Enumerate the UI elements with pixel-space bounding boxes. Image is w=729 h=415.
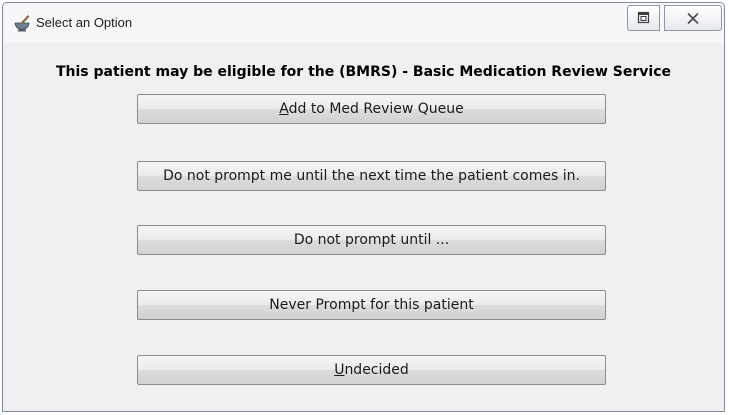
add-to-med-review-queue-button[interactable]: Add to Med Review Queue	[137, 94, 606, 124]
mortar-pestle-icon	[13, 14, 31, 32]
never-prompt-button[interactable]: Never Prompt for this patient	[137, 290, 606, 320]
button-label: Never Prompt for this patient	[269, 297, 474, 313]
undecided-button[interactable]: Undecided	[137, 355, 606, 385]
restore-button[interactable]	[627, 5, 660, 31]
do-not-prompt-until-button[interactable]: Do not prompt until ...	[137, 225, 606, 255]
title-bar[interactable]: Select an Option	[3, 3, 724, 43]
window-title: Select an Option	[36, 15, 133, 30]
dialog-window: Select an Option This patient may be eli…	[2, 2, 725, 412]
button-label: dd to Med Review Queue	[288, 101, 464, 117]
dialog-content: This patient may be eligible for the (BM…	[9, 43, 718, 407]
button-label: Do not prompt until ...	[293, 232, 450, 248]
restore-icon	[637, 9, 650, 28]
button-label: ndecided	[344, 362, 409, 378]
close-button[interactable]	[664, 5, 722, 31]
do-not-prompt-until-next-visit-button[interactable]: Do not prompt me until the next time the…	[137, 161, 606, 191]
eligibility-message: This patient may be eligible for the (BM…	[55, 64, 671, 80]
button-label: Do not prompt me until the next time the…	[163, 168, 580, 184]
access-key-u: U	[334, 362, 345, 378]
close-icon	[687, 9, 699, 28]
access-key-a: A	[279, 101, 289, 117]
